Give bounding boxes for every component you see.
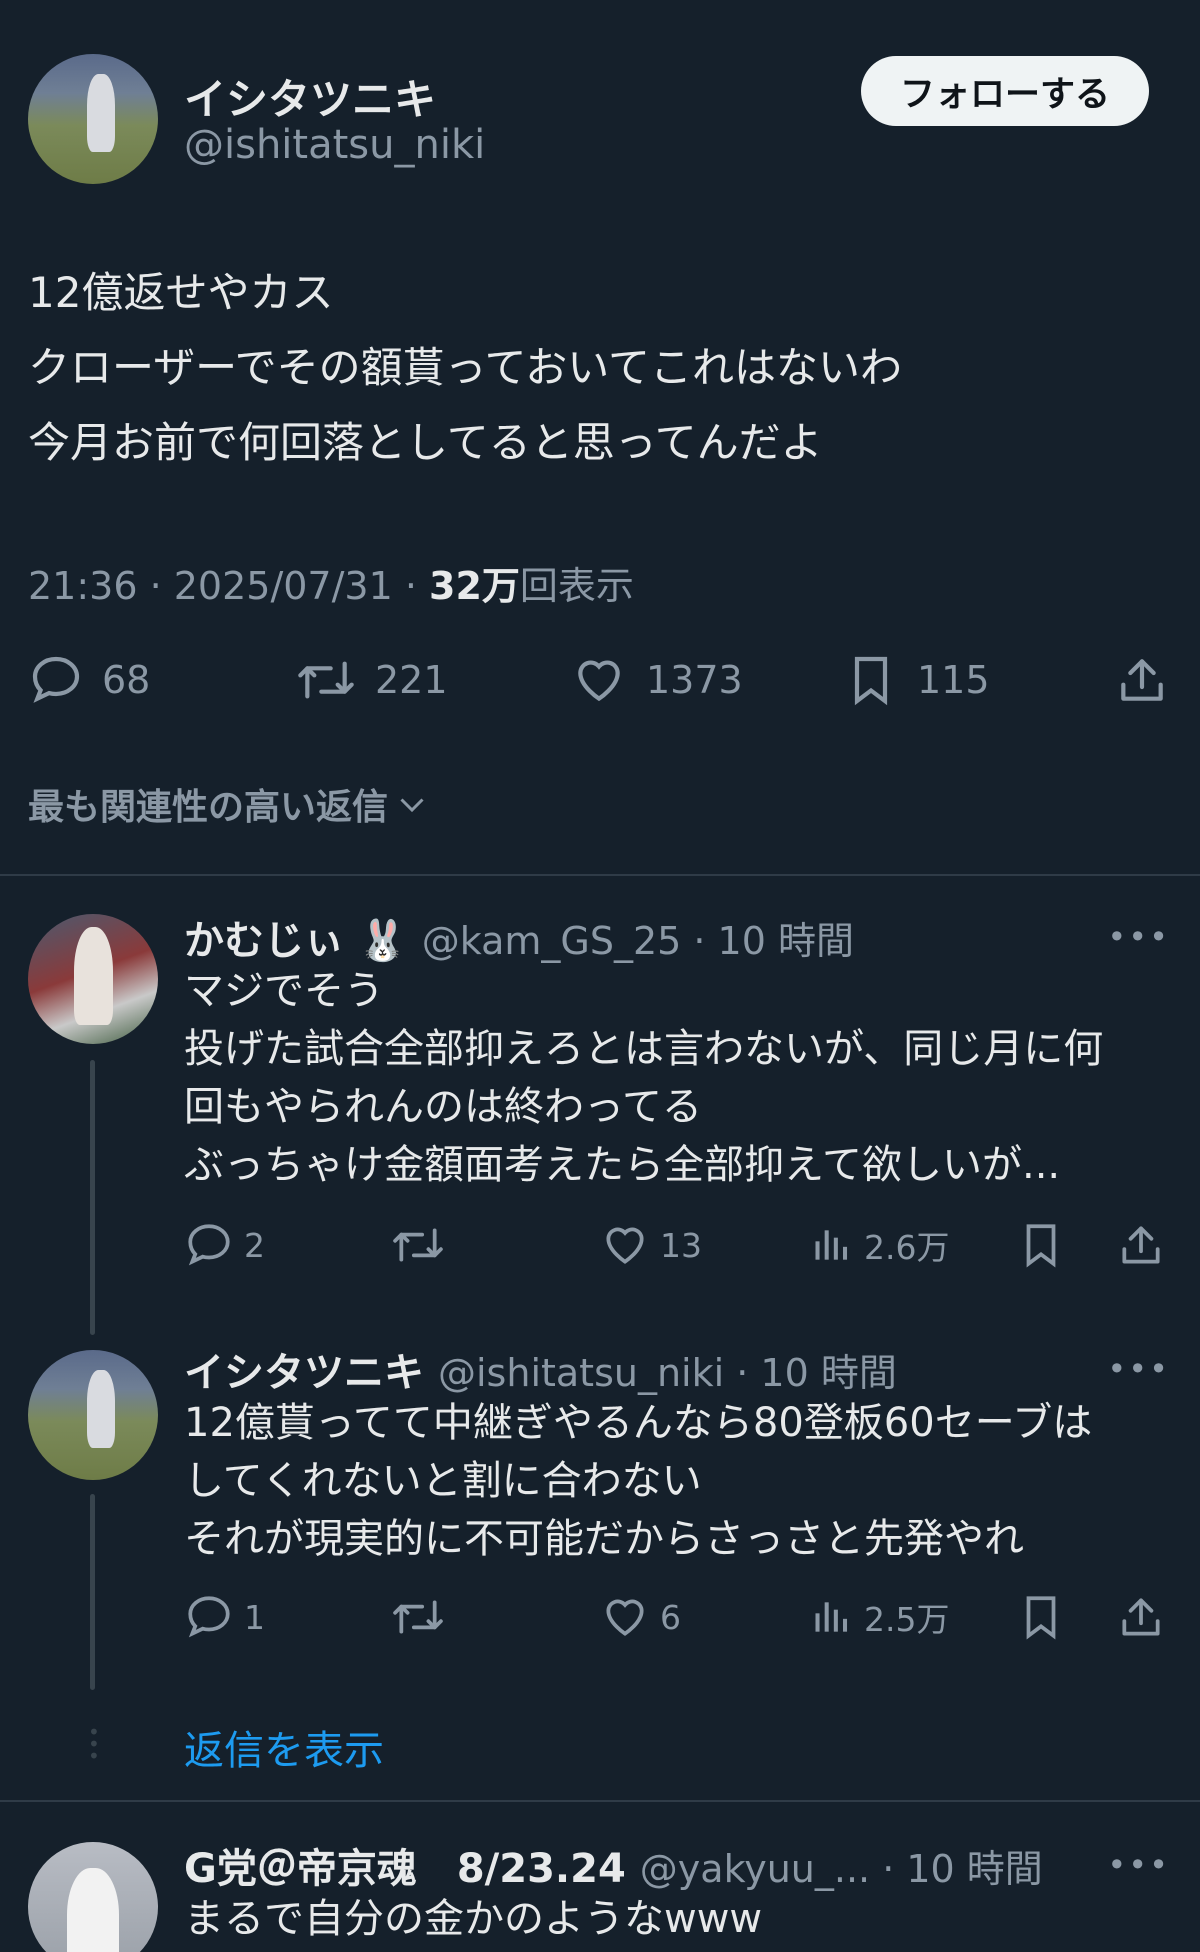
reply-icon [188,1596,230,1638]
reply-line: してくれないと割に合わない [184,1458,702,1504]
follow-button[interactable]: フォローする [861,56,1149,126]
sort-label: 最も関連性の高い返信 [28,787,389,828]
like-action[interactable]: 1373 [570,652,743,708]
retweet-action[interactable] [390,1220,456,1270]
reply-action[interactable]: 1 [184,1592,265,1642]
author-name[interactable]: イシタツニキ [184,66,436,127]
tweet-line: 今月お前で何回落としてると思ってんだよ [28,418,823,467]
retweet-action[interactable] [390,1592,456,1642]
reply-text: まるで自分の金かのようなwww [184,1890,1184,1948]
like-action[interactable]: 13 [600,1220,702,1270]
retweet-icon [298,661,354,699]
more-options-icon[interactable]: ••• [1107,1846,1170,1884]
bookmark-action[interactable] [1016,1592,1066,1642]
author-avatar[interactable] [28,54,158,184]
chevron-down-icon [400,798,424,813]
thread-gap-dots: • • • [88,1720,100,1768]
reply-author-name[interactable]: かむじぃ 🐰 [184,908,408,966]
views-count: 2.6万 [864,1228,950,1267]
share-action[interactable] [1116,1592,1166,1642]
reply-author-handle[interactable]: @ishitatsu_niki · 10 時間 [438,1342,897,1397]
reply-header: G党＠帝京魂 8/23.24 @yakyuu_... · 10 時間 [184,1836,1043,1894]
reply-avatar[interactable] [28,1842,158,1952]
reply-avatar[interactable] [28,914,158,1044]
reply-icon [32,656,80,703]
views-count: 32万 [429,564,520,608]
share-icon [1122,1598,1160,1636]
reply-author-handle[interactable]: @kam_GS_25 · 10 時間 [422,910,854,965]
thread-line [90,1494,95,1690]
analytics-icon [815,1602,848,1632]
reply-line: 投げた試合全部抑えろとは言わないが、同じ月に何 [184,1026,1104,1072]
bookmark-icon [1026,1224,1056,1268]
reply-line: ぶっちゃけ金額面考えたら全部抑えて欲しいが... [184,1142,1061,1188]
divider [0,874,1200,876]
reply-text: 12億貰ってて中継ぎやるんなら80登板60セーブは してくれないと割に合わない … [184,1394,1184,1568]
author-handle[interactable]: @ishitatsu_niki [184,122,485,168]
analytics-icon [815,1230,848,1260]
reply-sort-dropdown[interactable]: 最も関連性の高い返信 [28,778,430,830]
thread-line [90,1060,95,1335]
reply-author-name[interactable]: G党＠帝京魂 8/23.24 [184,1836,626,1894]
like-count: 6 [660,1597,681,1637]
reply-action[interactable]: 68 [28,652,150,708]
reply-count: 68 [102,658,151,702]
reply-author-handle[interactable]: @yakyuu_... · 10 時間 [640,1838,1043,1893]
views-action[interactable]: 2.5万 [810,1592,949,1642]
bookmark-icon [1026,1596,1056,1640]
divider [0,1800,1200,1802]
reply-line: まるで自分の金かのようなwww [184,1896,763,1942]
reply-text: マジでそう 投げた試合全部抑えろとは言わないが、同じ月に何 回もやられんのは終わ… [184,962,1184,1194]
heart-icon [578,660,620,702]
views-action[interactable]: 2.6万 [810,1220,949,1270]
tweet-text: 12億返せやカス クローザーでその額貰っておいてこれはないわ 今月お前で何回落と… [28,255,902,480]
reply-line: それが現実的に不可能だからさっさと先発やれ [184,1516,1024,1562]
share-action[interactable] [1114,652,1170,708]
share-icon [1122,1226,1160,1264]
bookmark-count: 115 [917,658,990,702]
bookmark-action[interactable] [1016,1220,1066,1270]
tweet-line: クローザーでその額貰っておいてこれはないわ [28,343,903,392]
tweet-meta: 21:36 · 2025/07/31 · 32万回表示 [28,555,634,610]
reply-line: 回もやられんのは終わってる [184,1084,702,1130]
heart-icon [606,1599,644,1636]
reply-action[interactable]: 2 [184,1220,265,1270]
reply-count: 1 [244,1597,265,1637]
retweet-action[interactable]: 221 [295,652,448,708]
more-options-icon[interactable]: ••• [1107,1350,1170,1388]
reply-author-name[interactable]: イシタツニキ [184,1340,424,1398]
tweet-line: 12億返せやカス [28,268,334,317]
views-suffix: 回表示 [519,564,634,608]
like-count: 1373 [646,658,743,702]
share-action[interactable] [1116,1220,1166,1270]
like-count: 13 [660,1225,702,1265]
heart-icon [606,1227,644,1264]
reply-header: かむじぃ 🐰 @kam_GS_25 · 10 時間 [184,908,854,966]
bookmark-action[interactable]: 115 [843,652,990,708]
like-action[interactable]: 6 [600,1592,681,1642]
tweet-time[interactable]: 21:36 · 2025/07/31 · [28,564,429,608]
retweet-count: 221 [375,658,448,702]
reply-header: イシタツニキ @ishitatsu_niki · 10 時間 [184,1340,897,1398]
bookmark-icon [854,656,888,706]
retweet-icon [393,1600,443,1634]
share-icon [1121,659,1163,701]
reply-line: マジでそう [184,968,384,1014]
reply-icon [188,1224,230,1266]
reply-line: 12億貰ってて中継ぎやるんなら80登板60セーブは [184,1400,1093,1446]
views-count: 2.5万 [864,1600,950,1639]
more-options-icon[interactable]: ••• [1107,918,1170,956]
retweet-icon [393,1228,443,1262]
reply-avatar[interactable] [28,1350,158,1480]
show-replies-link[interactable]: 返信を表示 [184,1718,384,1776]
reply-count: 2 [244,1225,265,1265]
